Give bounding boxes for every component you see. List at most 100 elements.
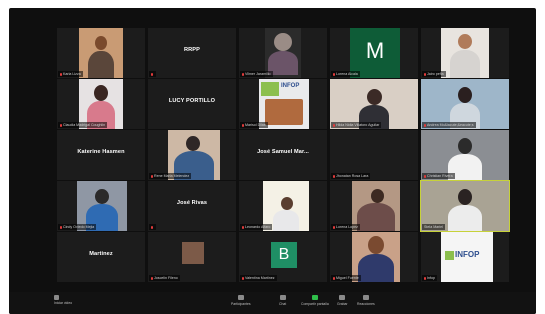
person-figure — [268, 31, 298, 75]
participant-tile[interactable]: Cindy Oviedo Mejia — [57, 181, 145, 231]
participant-name-label: Jairo pefia — [422, 71, 446, 77]
participant-tile[interactable]: Joscelin Fileno — [148, 232, 236, 282]
participant-tile[interactable]: Christian Rivera — [421, 130, 509, 180]
participant-name-label: Joscelin Fileno — [149, 275, 180, 281]
chat-icon — [279, 295, 286, 300]
person-figure — [448, 187, 482, 231]
active-speaker-tile[interactable]: Stela Mariel — [420, 180, 510, 232]
slide-photo — [265, 99, 303, 125]
logo-mark-icon — [261, 82, 279, 96]
participant-tile[interactable]: Miguel Fuente — [330, 232, 418, 282]
reactions-icon — [362, 295, 369, 300]
mic-muted-icon — [151, 225, 153, 229]
mic-muted-icon — [151, 174, 153, 178]
mic-muted-icon — [151, 276, 153, 280]
participant-tile[interactable]: Claudia Madrigal Coughlin — [57, 79, 145, 129]
participant-video — [441, 28, 489, 78]
participant-name-label: Valentina Martinez — [240, 275, 277, 281]
avatar-letter: M — [365, 38, 385, 63]
participant-tile[interactable]: José Rivas — [148, 181, 236, 231]
mic-muted-icon — [424, 72, 426, 76]
participant-name-label — [149, 71, 156, 77]
participant-tile[interactable]: José Samuel Mar... — [239, 130, 327, 180]
mic-muted-icon — [333, 225, 335, 229]
participant-name-label: Karla Lizza — [58, 71, 83, 77]
participant-name-label: Marisol Dilas — [240, 122, 268, 128]
mic-muted-icon — [424, 123, 426, 127]
participant-tile[interactable]: Karla Lizza — [57, 28, 145, 78]
mic-muted-icon — [242, 225, 244, 229]
mic-muted-icon — [242, 72, 244, 76]
person-figure — [88, 34, 114, 78]
participant-name-label: Rene Maria Melendez — [149, 173, 192, 179]
participant-name-label: Jhonatan Rosa Lara — [331, 173, 371, 179]
infop-logo-panel: INFOP — [441, 232, 493, 282]
participant-name-label: Cindy Oviedo Mejia — [58, 224, 97, 230]
participant-tile[interactable]: Jhonatan Rosa Lara — [330, 130, 418, 180]
participant-tile[interactable]: M Lorena Alcala — [330, 28, 418, 78]
participant-name-label: Hilda Nidia Villatoro Aguilar — [331, 122, 382, 128]
mic-muted-icon — [242, 123, 244, 127]
mic-muted-icon — [60, 225, 62, 229]
start-video-label: Iniciar video — [54, 301, 73, 305]
mic-muted-icon — [60, 72, 62, 76]
participant-tile[interactable]: INFOP Marisol Dilas — [239, 79, 327, 129]
mic-muted-icon — [333, 72, 335, 76]
zoom-meeting-window: Karla Lizza RRPP Vilmer Jaramillo M Lore… — [9, 8, 536, 314]
mic-muted-icon — [424, 276, 426, 280]
infop-logo-text: INFOP — [281, 83, 300, 89]
participant-tile[interactable]: Vilmer Jaramillo — [239, 28, 327, 78]
gallery-grid: Karla Lizza RRPP Vilmer Jaramillo M Lore… — [57, 28, 510, 282]
participant-video — [79, 28, 123, 78]
mic-muted-icon — [333, 276, 335, 280]
person-figure — [450, 32, 480, 78]
mic-muted-icon — [60, 123, 62, 127]
participant-display-name: RRPP — [184, 47, 200, 53]
participant-name-label: Infop — [422, 275, 437, 281]
participant-tile[interactable]: INFOP Infop — [421, 232, 509, 282]
avatar-b: B — [271, 242, 297, 268]
participant-name-label: Christian Rivera — [422, 173, 455, 179]
chat-button[interactable]: Chat — [279, 295, 286, 306]
reactions-button[interactable]: Reacciones — [357, 295, 375, 306]
record-button[interactable]: Grabar — [337, 295, 348, 306]
share-screen-button[interactable]: Compartir pantalla — [301, 295, 329, 306]
participants-button[interactable]: Participantes — [231, 295, 251, 306]
participant-name-label: Vilmer Jaramillo — [240, 71, 273, 77]
participant-name-label: Lorena Lopez — [331, 224, 360, 230]
participant-display-name: José Samuel Mar... — [257, 149, 309, 155]
participant-tile[interactable]: B Valentina Martinez — [239, 232, 327, 282]
participant-display-name: José Rivas — [176, 200, 208, 206]
participants-icon — [237, 295, 244, 300]
participant-display-name: Martinez — [89, 251, 113, 257]
participant-name-label — [149, 224, 156, 230]
participant-display-name: Katerine Hasmen — [77, 149, 125, 155]
participant-tile[interactable]: Andrea Mo&iacute;&eacute;s — [421, 79, 509, 129]
participant-name-label: Lorena Alcala — [331, 71, 360, 77]
participant-tile[interactable]: Jairo pefia — [421, 28, 509, 78]
participant-name-label: Leonardo Alfaro — [240, 224, 273, 230]
participant-name-label: Stela Mariel — [422, 224, 445, 230]
mic-muted-icon — [242, 276, 244, 280]
participant-name-label: Claudia Madrigal Coughlin — [58, 122, 108, 128]
person-figure — [273, 197, 299, 231]
participant-tile[interactable]: Leonardo Alfaro — [239, 181, 327, 231]
person-figure — [357, 187, 395, 231]
participant-tile[interactable]: RRPP — [148, 28, 236, 78]
participant-tile[interactable]: Rene Maria Melendez — [148, 130, 236, 180]
start-video-control[interactable]: Iniciar video — [54, 295, 72, 305]
logo-mark-icon — [445, 251, 454, 260]
participant-tile[interactable]: Katerine Hasmen — [57, 130, 145, 180]
share-screen-icon — [311, 295, 318, 300]
mic-muted-icon — [424, 174, 426, 178]
participant-tile[interactable]: Hilda Nidia Villatoro Aguilar — [330, 79, 418, 129]
participant-display-name: LUCY PORTILLO — [168, 98, 216, 104]
participant-name-label: Andrea Mo&iacute;&eacute;s — [422, 122, 476, 128]
mic-muted-icon — [151, 72, 153, 76]
participant-tile[interactable]: Martinez — [57, 232, 145, 282]
participant-thumbnail — [182, 242, 204, 264]
person-figure — [358, 234, 394, 282]
participant-tile[interactable]: LUCY PORTILLO — [148, 79, 236, 129]
mic-muted-icon — [333, 123, 335, 127]
participant-tile[interactable]: Lorena Lopez — [330, 181, 418, 231]
